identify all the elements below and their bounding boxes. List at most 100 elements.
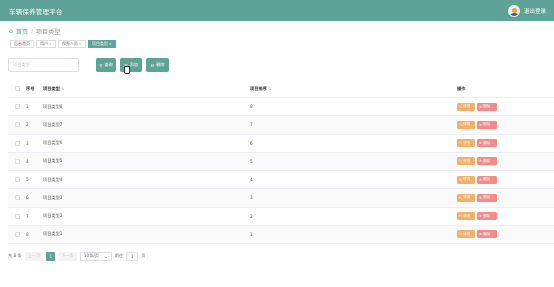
- cell-index: 5: [26, 177, 29, 183]
- row-checkbox[interactable]: [14, 104, 20, 110]
- row-delete-button[interactable]: ⊗ 删除: [477, 230, 497, 239]
- cell-sort: 3: [250, 195, 253, 201]
- edit-button[interactable]: ✎ 修改: [457, 193, 475, 202]
- sort-icon[interactable]: ⇅: [269, 87, 272, 91]
- row-delete-button[interactable]: ⊗ 删除: [477, 212, 497, 221]
- delete-icon: ⊗: [479, 122, 483, 127]
- delete-label: 删除: [483, 231, 491, 236]
- edit-button[interactable]: ✎ 修改: [457, 157, 475, 166]
- row-checkbox[interactable]: [14, 213, 20, 219]
- cell-name: 项目类型2: [43, 213, 63, 219]
- user-area[interactable]: 退出登录: [507, 4, 546, 17]
- header-sort[interactable]: 项目排序 ⇅: [250, 86, 457, 92]
- data-table: 序号 项目类型 ⇅ 项目排序 ⇅ 操作 1 项目类型8 8 ✎ 修改 ⊗ 删除 2 项目…: [8, 80, 554, 244]
- home-icon: ⌂: [9, 28, 13, 35]
- cell-name: 项目类型8: [43, 103, 63, 109]
- delete-label: 删除: [483, 158, 491, 163]
- row-delete-button[interactable]: ⊗ 删除: [477, 102, 497, 111]
- row-delete-button[interactable]: ⊗ 删除: [477, 120, 497, 129]
- tab-label: 保养人员: [61, 41, 78, 46]
- cell-sort: 5: [250, 158, 253, 164]
- cell-index: 6: [26, 195, 29, 201]
- delete-label: 删除: [483, 104, 491, 109]
- row-checkbox[interactable]: [14, 122, 20, 128]
- page-size-value: 10条/页: [83, 253, 99, 258]
- cell-sort: 2: [250, 213, 253, 219]
- row-delete-button[interactable]: ⊗ 删除: [477, 193, 497, 202]
- tab-label: 后台首页: [14, 41, 30, 46]
- table-row: 2 项目类型7 7 ✎ 修改 ⊗ 删除: [8, 116, 554, 135]
- row-delete-button[interactable]: ⊗ 删除: [477, 139, 497, 148]
- cell-sort: 8: [250, 104, 253, 110]
- edit-button[interactable]: ✎ 修改: [457, 175, 475, 184]
- edit-icon: ✎: [459, 214, 463, 219]
- row-checkbox[interactable]: [14, 140, 20, 146]
- edit-icon: ✎: [459, 195, 463, 200]
- delete-icon: ⊗: [479, 177, 483, 182]
- edit-button[interactable]: ✎ 修改: [457, 102, 475, 111]
- cell-sort: 1: [250, 231, 253, 237]
- page-size-select[interactable]: 10条/页 ⌄: [79, 251, 112, 261]
- search-icon: ⚲: [99, 62, 103, 68]
- breadcrumb-home[interactable]: 首页: [16, 27, 28, 36]
- select-all-checkbox[interactable]: [14, 86, 20, 91]
- close-icon[interactable]: ×: [49, 42, 52, 46]
- search-button[interactable]: ⚲ 查询: [96, 58, 116, 72]
- delete-icon: ⊗: [479, 232, 483, 237]
- edit-button[interactable]: ✎ 修改: [457, 120, 475, 129]
- avatar[interactable]: [507, 4, 520, 17]
- edit-button[interactable]: ✎ 修改: [457, 139, 475, 148]
- header-index: 序号: [26, 85, 35, 91]
- page-number-current[interactable]: 1: [46, 251, 56, 261]
- header-name-label: 项目类型: [43, 85, 60, 91]
- row-checkbox[interactable]: [14, 177, 20, 183]
- cell-index: 1: [26, 104, 29, 110]
- edit-label: 修改: [463, 158, 471, 163]
- pagination-total: 共 8 条: [8, 253, 22, 258]
- close-icon[interactable]: ×: [79, 42, 82, 46]
- edit-button[interactable]: ✎ 修改: [457, 230, 475, 239]
- row-checkbox[interactable]: [14, 231, 20, 237]
- next-page-button[interactable]: 下一页: [58, 251, 77, 261]
- delete-label: 删除: [483, 177, 491, 182]
- table-row: 5 项目类型4 4 ✎ 修改 ⊗ 删除: [8, 171, 554, 190]
- goto-page-input[interactable]: 1: [126, 251, 139, 261]
- tab-users[interactable]: 用户 ×: [36, 40, 56, 48]
- sort-icon[interactable]: ⇅: [62, 87, 65, 91]
- delete-label: 删除: [483, 213, 491, 218]
- breadcrumb-separator: /: [31, 28, 33, 35]
- tab-home[interactable]: 后台首页: [10, 40, 34, 48]
- delete-label: 删除: [483, 140, 491, 145]
- add-button-label: 添加: [129, 62, 138, 67]
- delete-icon: ⊗: [479, 195, 483, 200]
- table-row: 8 项目类型1 1 ✎ 修改 ⊗ 删除: [8, 225, 554, 244]
- header-name[interactable]: 项目类型 ⇅: [43, 86, 250, 92]
- edit-icon: ✎: [459, 141, 463, 146]
- tab-staff[interactable]: 保养人员 ×: [57, 40, 86, 48]
- table-header: 序号 项目类型 ⇅ 项目排序 ⇅ 操作: [8, 80, 554, 98]
- top-header: 车辆保养管理平台 退出登录: [0, 0, 554, 21]
- row-checkbox[interactable]: [14, 195, 20, 201]
- breadcrumb-current: 项目类型: [35, 29, 61, 36]
- search-button-label: 查询: [104, 62, 113, 67]
- cell-sort: 4: [250, 177, 253, 183]
- row-checkbox[interactable]: [14, 158, 20, 164]
- logout-link[interactable]: 退出登录: [524, 7, 546, 15]
- trash-icon: ⊟: [150, 62, 155, 68]
- edit-icon: ✎: [459, 232, 463, 237]
- cell-index: 7: [26, 213, 29, 219]
- delete-button[interactable]: ⊟ 删除: [146, 58, 169, 72]
- edit-button[interactable]: ✎ 修改: [457, 212, 475, 221]
- tab-project-type[interactable]: 项目类型 ×: [87, 40, 116, 48]
- row-delete-button[interactable]: ⊗ 删除: [477, 157, 497, 166]
- delete-button-label: 删除: [156, 62, 165, 67]
- delete-icon: ⊗: [479, 104, 483, 109]
- search-input[interactable]: 项目类型: [8, 58, 79, 72]
- prev-page-button[interactable]: 上一页: [24, 251, 44, 261]
- edit-label: 修改: [463, 177, 471, 182]
- close-icon[interactable]: ×: [109, 42, 112, 46]
- row-delete-button[interactable]: ⊗ 删除: [477, 175, 497, 184]
- cell-sort: 7: [250, 122, 253, 128]
- edit-label: 修改: [463, 140, 471, 145]
- edit-label: 修改: [463, 122, 471, 127]
